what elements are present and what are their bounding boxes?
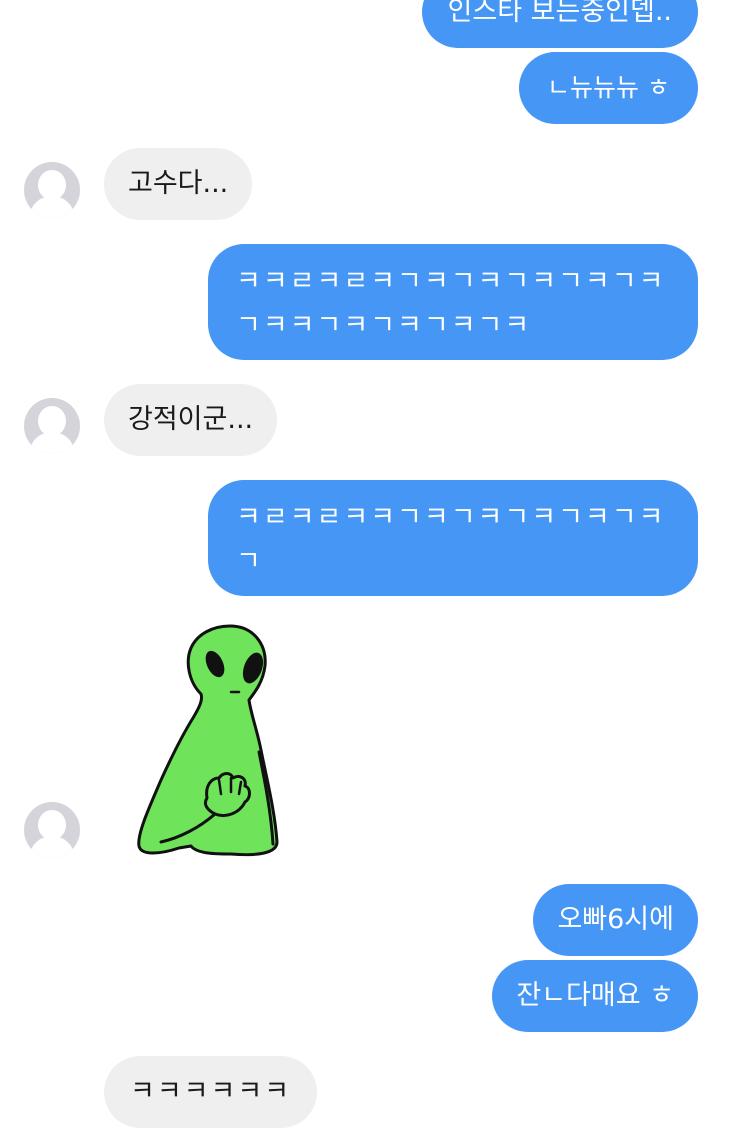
message-text: ㄴ뉴뉴뉴 ㅎ xyxy=(547,73,670,102)
avatar-shoulders-shape xyxy=(30,836,74,858)
sent-message-bubble[interactable]: 인스타 보는중인뎁.. xyxy=(421,0,698,48)
sent-message-bubble[interactable]: 잔ㄴ다매요 ㅎ xyxy=(492,960,698,1032)
contact-avatar[interactable] xyxy=(24,398,80,454)
received-message-bubble[interactable]: ㅋㅋㅋㅋㅋㅋ xyxy=(104,1056,318,1128)
message-text-line: ㄱㅋㅋㄱㅋㄱㅋㄱㅋㄱㅋ xyxy=(236,310,532,341)
message-text: ㅋㅋㅋㅋㅋㅋ xyxy=(130,1076,292,1107)
message-text: 잔ㄴ다매요 ㅎ xyxy=(516,980,674,1011)
message-text: 인스타 보는중인뎁.. xyxy=(447,0,672,27)
sent-message-bubble[interactable]: 오빠6시에 xyxy=(533,884,698,956)
message-text: 강적이군... xyxy=(128,404,254,435)
contact-avatar[interactable] xyxy=(24,162,80,218)
sent-message-bubble[interactable]: ㄴ뉴뉴뉴 ㅎ xyxy=(519,52,698,124)
avatar-shoulders-shape xyxy=(30,196,74,218)
message-text-line: ㅋㅋㄹㅋㄹㅋㄱㅋㄱㅋㄱㅋㄱㅋㄱㅋ xyxy=(236,266,666,297)
green-alien-sticker[interactable] xyxy=(135,622,285,862)
avatar-shoulders-shape xyxy=(30,432,74,454)
message-text: 오빠6시에 xyxy=(557,904,674,935)
contact-avatar[interactable] xyxy=(24,802,80,858)
sent-message-bubble[interactable]: ㅋㄹㅋㄹㅋㅋㄱㅋㄱㅋㄱㅋㄱㅋㄱㅋㄱ ㅋㄱㅋㄱㅋㄱㅋㄱㅋㅋㅋ xyxy=(208,480,698,621)
message-text-line: ㅋㄹㅋㄹㅋㅋㄱㅋㄱㅋㄱㅋㄱㅋㄱㅋㄱ xyxy=(236,502,666,577)
message-text: 고수다... xyxy=(128,168,229,199)
received-message-bubble[interactable]: 강적이군... xyxy=(104,384,278,456)
message-text-line: ㅋㄱㅋㄱㅋㄱㅋㄱㅋㅋㅋ xyxy=(236,590,532,621)
received-message-bubble[interactable]: 고수다... xyxy=(104,148,253,220)
sent-message-bubble[interactable]: ㅋㅋㄹㅋㄹㅋㄱㅋㄱㅋㄱㅋㄱㅋㄱㅋ ㄱㅋㅋㄱㅋㄱㅋㄱㅋㄱㅋ xyxy=(208,244,698,360)
